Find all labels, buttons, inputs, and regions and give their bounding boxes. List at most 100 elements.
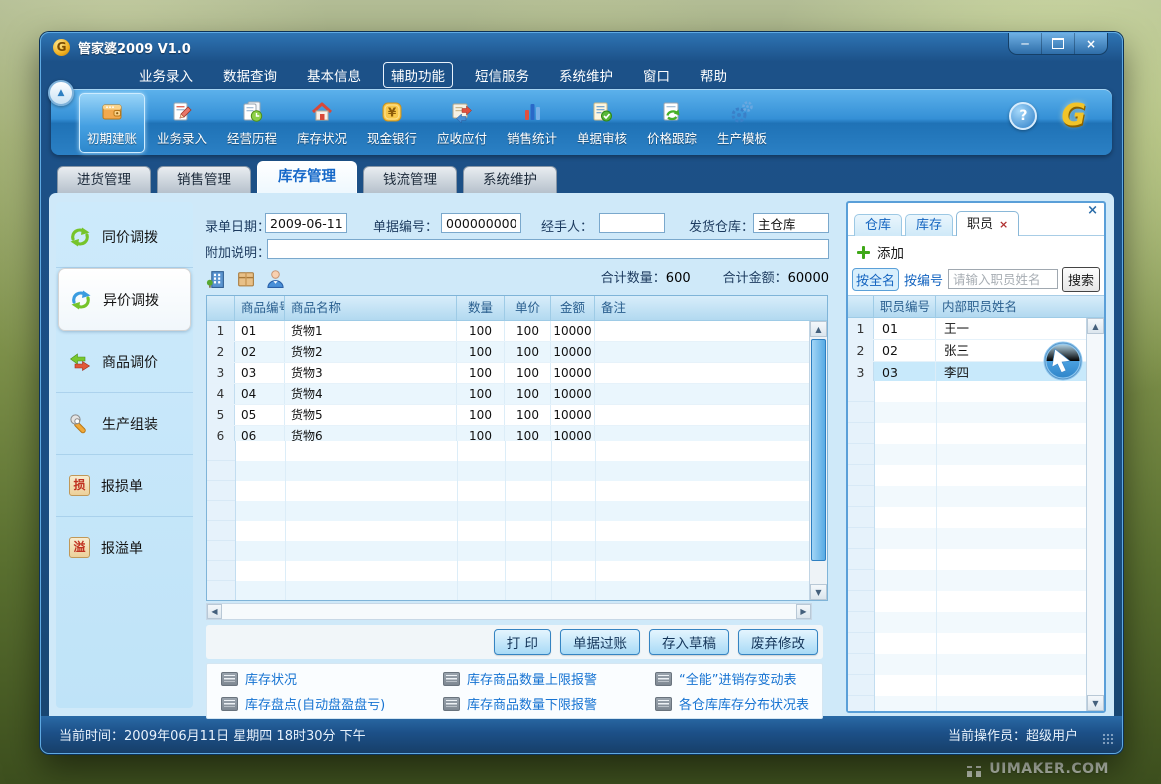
scroll-left-button[interactable]: ◀: [207, 604, 222, 619]
panel-tab-warehouse[interactable]: 仓库: [854, 214, 902, 236]
panel-tab-stock[interactable]: 库存: [905, 214, 953, 236]
items-table-header: 商品编号 商品名称 数量 单价 金额 备注: [207, 296, 827, 321]
post-voucher-button[interactable]: 单据过账: [560, 629, 640, 655]
toolbar-production-template-button[interactable]: 生产模板: [709, 93, 775, 153]
toolbar-voucher-audit-button[interactable]: 单据审核: [569, 93, 635, 153]
handler-input[interactable]: [599, 213, 665, 233]
menu-item-help[interactable]: 帮助: [700, 65, 727, 85]
cell-staff-code: 03: [874, 362, 936, 383]
help-icon[interactable]: ?: [1009, 102, 1037, 130]
tab-system[interactable]: 系统维护: [463, 166, 557, 193]
scroll-down-button[interactable]: ▼: [810, 584, 827, 600]
resize-grip[interactable]: [1102, 733, 1115, 746]
sidebar-item-same-price-transfer[interactable]: 同价调拨: [56, 206, 193, 268]
scroll-right-button[interactable]: ▶: [796, 604, 811, 619]
discard-changes-button[interactable]: 废弃修改: [738, 629, 818, 655]
note-input[interactable]: [267, 239, 829, 259]
toolbar-business-entry-button[interactable]: 业务录入: [149, 93, 215, 153]
menu-item-aux-functions[interactable]: 辅助功能: [383, 62, 453, 88]
menu-item-basic-info[interactable]: 基本信息: [307, 65, 361, 85]
menu-item-data-query[interactable]: 数据查询: [223, 65, 277, 85]
sidebar-item-production-assembly[interactable]: 生产组装: [56, 393, 193, 455]
scroll-down-button[interactable]: ▼: [1087, 695, 1104, 711]
link-warehouse-distribution[interactable]: 各仓库库存分布状况表: [655, 694, 822, 713]
toolbar-price-tracking-button[interactable]: 价格跟踪: [639, 93, 705, 153]
rownum-column: [848, 381, 875, 711]
horizontal-scrollbar[interactable]: ◀ ▶: [206, 603, 812, 620]
maximize-button[interactable]: [1041, 33, 1074, 54]
gears-icon: [729, 99, 755, 125]
sidebar-item-loss-report[interactable]: 损 报损单: [56, 455, 193, 517]
save-draft-button[interactable]: 存入草稿: [649, 629, 729, 655]
toolbar-label: 业务录入: [157, 128, 207, 147]
collapse-toolbar-button[interactable]: ▲: [48, 80, 74, 106]
toolbar-label: 库存状况: [297, 128, 347, 147]
menu-item-system-maintenance[interactable]: 系统维护: [559, 65, 613, 85]
menu-item-business-entry[interactable]: 业务录入: [139, 65, 193, 85]
card-arrows-icon: [449, 99, 475, 125]
panel-tab-staff[interactable]: 职员 ×: [956, 211, 1019, 236]
search-by-code-toggle[interactable]: 按编号: [903, 270, 944, 289]
tab-cashflow[interactable]: 钱流管理: [363, 166, 457, 193]
plus-icon: [857, 246, 870, 259]
stock-box-icon[interactable]: [235, 268, 256, 289]
tab-sales[interactable]: 销售管理: [157, 166, 251, 193]
sidebar-item-overflow-report[interactable]: 溢 报溢单: [56, 517, 193, 578]
vertical-scrollbar[interactable]: ▲ ▼: [809, 321, 827, 600]
toolbar-business-history-button[interactable]: 经营历程: [219, 93, 285, 153]
grid-line: [285, 441, 286, 600]
search-by-name-toggle[interactable]: 按全名: [852, 268, 899, 291]
staff-person-icon[interactable]: [265, 268, 286, 289]
menu-item-window[interactable]: 窗口: [643, 65, 670, 85]
sidebar-item-label: 商品调价: [102, 352, 158, 372]
scroll-thumb[interactable]: [811, 339, 826, 561]
link-upper-limit-alert[interactable]: 库存商品数量上限报警: [443, 669, 655, 688]
search-button[interactable]: 搜索: [1062, 267, 1100, 292]
tab-purchase[interactable]: 进货管理: [57, 166, 151, 193]
cell-name: 货物5: [285, 405, 457, 425]
bar-chart-icon: [519, 99, 545, 125]
table-row[interactable]: 202货物210010010000: [207, 342, 810, 363]
sidebar-item-label: 报损单: [101, 476, 143, 496]
toolbar-receivable-payable-button[interactable]: 应收应付: [429, 93, 495, 153]
sidebar-item-diff-price-transfer[interactable]: 异价调拨: [58, 268, 191, 331]
table-row[interactable]: 101货物110010010000: [207, 321, 810, 342]
link-stocktaking[interactable]: 库存盘点(自动盘盈盘亏): [221, 694, 443, 713]
table-row[interactable]: 404货物410010010000: [207, 384, 810, 405]
total-amount-label: 合计金额：: [723, 271, 788, 286]
toolbar-label: 销售统计: [507, 128, 557, 147]
print-button[interactable]: 打 印: [494, 629, 551, 655]
panel-close-icon[interactable]: ×: [1087, 204, 1098, 218]
toolbar-sales-statistics-button[interactable]: 销售统计: [499, 93, 565, 153]
warehouse-building-icon[interactable]: [205, 268, 226, 289]
toolbar-label: 经营历程: [227, 128, 277, 147]
report-icon: [443, 672, 460, 686]
desktop-background: UIMAKER.COM G 管家婆2009 V1.0 ─ × 业务录入 数据查询…: [0, 0, 1161, 784]
scroll-up-button[interactable]: ▲: [810, 321, 827, 337]
minimize-button[interactable]: ─: [1009, 33, 1041, 54]
staff-search-input[interactable]: [948, 269, 1058, 289]
close-button[interactable]: ×: [1074, 33, 1107, 54]
link-lower-limit-alert[interactable]: 库存商品数量下限报警: [443, 694, 655, 713]
link-allinone-change-report[interactable]: “全能”进销存变动表: [655, 669, 822, 688]
toolbar-stock-status-button[interactable]: 库存状况: [289, 93, 355, 153]
page-recycle-icon: [659, 99, 685, 125]
table-row[interactable]: 505货物510010010000: [207, 405, 810, 426]
panel-vertical-scrollbar[interactable]: ▲ ▼: [1086, 318, 1104, 711]
cell-name: 货物4: [285, 384, 457, 404]
toolbar-cash-bank-button[interactable]: ¥ 现金银行: [359, 93, 425, 153]
warehouse-input[interactable]: [753, 213, 829, 233]
cell-name: 货物1: [285, 321, 457, 341]
link-stock-status[interactable]: 库存状况: [221, 669, 443, 688]
tab-close-icon[interactable]: ×: [999, 214, 1008, 235]
sidebar-item-price-adjustment[interactable]: 商品调价: [56, 331, 193, 393]
add-row[interactable]: 添加: [857, 242, 904, 262]
tab-inventory[interactable]: 库存管理: [257, 161, 357, 193]
staff-row[interactable]: 101王一: [848, 318, 1087, 340]
voucher-no-input[interactable]: [441, 213, 521, 233]
date-input[interactable]: [265, 213, 347, 233]
toolbar-initial-setup-button[interactable]: 初期建账: [79, 93, 145, 153]
scroll-up-button[interactable]: ▲: [1087, 318, 1104, 334]
menu-item-sms-service[interactable]: 短信服务: [475, 65, 529, 85]
table-row[interactable]: 303货物310010010000: [207, 363, 810, 384]
